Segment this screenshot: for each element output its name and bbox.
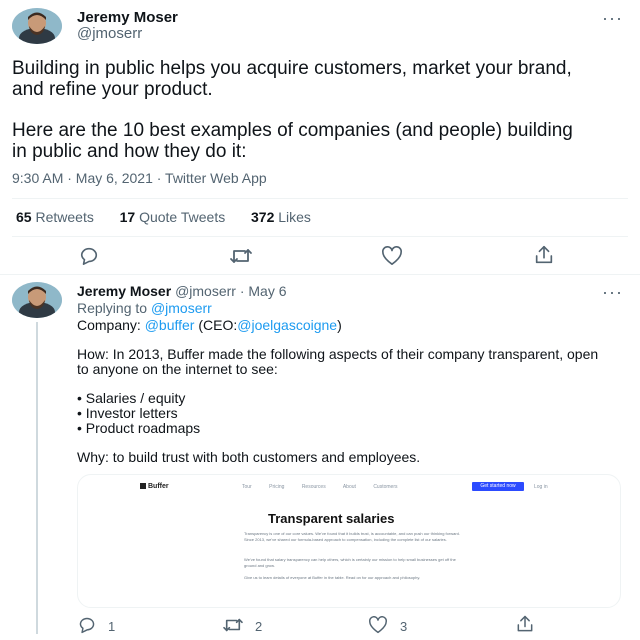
company-prefix: Company: bbox=[77, 317, 141, 333]
embedded-nav-item: Resources bbox=[301, 484, 326, 490]
likes-count: 372 bbox=[251, 209, 275, 225]
why-text: Why: to build trust with both customers … bbox=[77, 449, 421, 465]
embedded-login: Log in bbox=[534, 484, 548, 490]
ceo-suffix: ) bbox=[337, 317, 342, 333]
embedded-logo-text: Buffer bbox=[148, 483, 169, 490]
bullet-item: • Product roadmaps bbox=[77, 420, 201, 436]
author-handle[interactable]: @jmoserr bbox=[77, 25, 142, 42]
reply-icon[interactable] bbox=[78, 246, 100, 271]
replying-handle-link[interactable]: @jmoserr bbox=[151, 300, 212, 316]
author-name[interactable]: Jeremy Moser bbox=[77, 9, 178, 26]
thread-line bbox=[36, 322, 38, 634]
ceo-prefix: (CEO: bbox=[198, 317, 238, 333]
quotes-stat[interactable]: 17 Quote Tweets bbox=[120, 209, 230, 225]
divider bbox=[0, 274, 640, 275]
embedded-nav-item: Pricing bbox=[269, 484, 285, 490]
reply-author-handle[interactable]: @jmoserr bbox=[175, 283, 236, 299]
reply-count: 1 bbox=[108, 619, 116, 634]
reply-icon[interactable] bbox=[77, 616, 97, 639]
embedded-paragraph: Give us to learn details of everyone at … bbox=[244, 575, 421, 580]
retweets-label: Retweets bbox=[35, 209, 94, 225]
buffer-logo-icon bbox=[140, 483, 146, 490]
divider bbox=[12, 198, 628, 199]
like-count: 3 bbox=[400, 619, 408, 634]
quotes-label: Quote Tweets bbox=[139, 209, 226, 225]
share-icon[interactable] bbox=[533, 244, 555, 271]
bullet-item: • Investor letters bbox=[77, 405, 178, 421]
how-text: How: In 2013, Buffer made the following … bbox=[77, 346, 599, 377]
tweet-stats: 65 Retweets 17 Quote Tweets 372 Likes bbox=[16, 209, 311, 225]
embedded-cta-button: Get started now bbox=[472, 482, 524, 491]
avatar-image bbox=[12, 282, 62, 318]
embedded-image-card[interactable]: Buffer Tour Pricing Resources About Cust… bbox=[77, 474, 621, 608]
replying-prefix: Replying to bbox=[77, 300, 148, 316]
more-options-icon[interactable]: ··· bbox=[602, 8, 623, 29]
retweet-count: 2 bbox=[255, 619, 263, 634]
share-icon[interactable] bbox=[515, 614, 535, 639]
replying-to: Replying to @jmoserr bbox=[77, 301, 212, 316]
embedded-logo: Buffer bbox=[140, 483, 169, 490]
embedded-nav-item: Tour bbox=[242, 484, 252, 490]
embedded-paragraph: Transparency is one of our core values. … bbox=[244, 531, 460, 542]
tweet-timestamp[interactable]: 9:30 AM · May 6, 2021 · Twitter Web App bbox=[12, 170, 267, 186]
embedded-nav-item: Customers bbox=[373, 484, 398, 490]
reply-author-avatar[interactable] bbox=[12, 282, 62, 318]
divider bbox=[12, 236, 628, 237]
embedded-nav: Tour Pricing Resources About Customers bbox=[242, 484, 398, 490]
embedded-paragraph: We've found that salary transparency can… bbox=[244, 557, 456, 568]
company-handle-link[interactable]: @buffer bbox=[145, 317, 195, 333]
retweet-icon[interactable] bbox=[229, 246, 253, 271]
bullet-item: • Salaries / equity bbox=[77, 390, 186, 406]
tweet-paragraph-2: Here are the 10 best examples of compani… bbox=[12, 120, 573, 162]
reply-more-options-icon[interactable]: ··· bbox=[602, 282, 623, 303]
retweets-stat[interactable]: 65 Retweets bbox=[16, 209, 98, 225]
company-line: Company: @buffer (CEO:@joelgascoigne) bbox=[77, 318, 342, 333]
likes-label: Likes bbox=[278, 209, 311, 225]
reply-date[interactable]: · May 6 bbox=[240, 283, 287, 299]
retweets-count: 65 bbox=[16, 209, 32, 225]
embedded-nav-item: About bbox=[342, 484, 356, 490]
reply-header: Jeremy Moser @jmoserr · May 6 bbox=[77, 283, 287, 299]
tweet-paragraph-1: Building in public helps you acquire cus… bbox=[12, 58, 572, 100]
like-icon[interactable] bbox=[381, 246, 403, 271]
like-icon[interactable] bbox=[368, 616, 388, 639]
avatar-image bbox=[12, 8, 62, 44]
quotes-count: 17 bbox=[119, 209, 136, 225]
ceo-handle-link[interactable]: @joelgascoigne bbox=[237, 317, 337, 333]
reply-author-name[interactable]: Jeremy Moser bbox=[77, 283, 171, 299]
author-avatar[interactable] bbox=[12, 8, 62, 44]
retweet-icon[interactable] bbox=[222, 616, 244, 639]
likes-stat[interactable]: 372 Likes bbox=[251, 209, 311, 225]
embedded-heading: Transparent salaries bbox=[268, 511, 395, 526]
